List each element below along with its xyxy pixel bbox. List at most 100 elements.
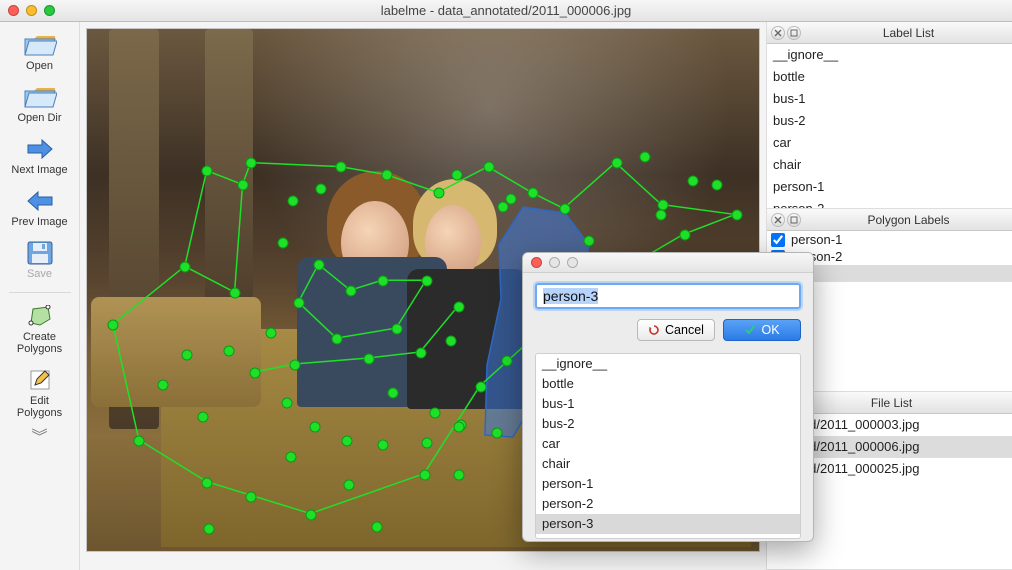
polygon-vertex[interactable] — [502, 356, 513, 367]
polygon-vertex[interactable] — [294, 298, 305, 309]
polygon-vertex[interactable] — [224, 346, 235, 357]
polygon-vertex[interactable] — [336, 162, 347, 173]
polygon-vertex[interactable] — [446, 336, 457, 347]
polygon-vertex[interactable] — [246, 492, 257, 503]
polygon-vertex[interactable] — [198, 412, 209, 423]
open-button[interactable]: Open — [4, 28, 76, 78]
polygon-vertex[interactable] — [250, 368, 261, 379]
polygon-vertex[interactable] — [452, 170, 463, 181]
label-list[interactable]: __ignore__bottlebus-1bus-2carchairperson… — [767, 44, 1012, 208]
dialog-titlebar[interactable] — [523, 253, 813, 273]
panel-undock-icon[interactable] — [787, 26, 801, 40]
polygon-vertex[interactable] — [306, 510, 317, 521]
close-window-icon[interactable] — [8, 5, 19, 16]
cancel-button[interactable]: Cancel — [637, 319, 715, 341]
maximize-window-icon[interactable] — [44, 5, 55, 16]
polygon-vertex[interactable] — [344, 480, 355, 491]
polygon-vertex[interactable] — [180, 262, 191, 273]
polygon-vertex[interactable] — [230, 288, 241, 299]
next-image-button[interactable]: Next Image — [4, 132, 76, 182]
list-item[interactable]: car — [536, 434, 800, 454]
polygon-vertex[interactable] — [182, 350, 193, 361]
polygon-vertex[interactable] — [378, 276, 389, 287]
polygon-vertex[interactable] — [266, 328, 277, 339]
list-item[interactable]: bus-1 — [767, 88, 1012, 110]
polygon-vertex[interactable] — [422, 276, 433, 287]
list-item[interactable]: chair — [767, 154, 1012, 176]
polygon-vertex[interactable] — [204, 524, 215, 535]
list-item[interactable]: person-2 — [536, 494, 800, 514]
label-options-list[interactable]: __ignore__bottlebus-1bus-2carchairperson… — [535, 353, 801, 539]
polygon-vertex[interactable] — [372, 522, 383, 533]
panel-close-icon[interactable] — [771, 213, 785, 227]
polygon-vertex[interactable] — [388, 388, 399, 399]
list-item[interactable]: bottle — [767, 66, 1012, 88]
list-item[interactable]: person-4 — [536, 534, 800, 539]
polygon-vertex[interactable] — [430, 408, 441, 419]
list-item[interactable]: __ignore__ — [536, 354, 800, 374]
polygon-vertex[interactable] — [342, 436, 353, 447]
list-item[interactable]: person-1 — [536, 474, 800, 494]
list-item[interactable]: bus-1 — [536, 394, 800, 414]
list-item[interactable]: person-1 — [767, 231, 1012, 248]
polygon-vertex[interactable] — [484, 162, 495, 173]
polygon-vertex[interactable] — [454, 422, 465, 433]
polygon-vertex[interactable] — [688, 176, 699, 187]
polygon-vertex[interactable] — [612, 158, 623, 169]
list-item[interactable]: bottle — [536, 374, 800, 394]
polygon-vertex[interactable] — [528, 188, 539, 199]
save-button[interactable]: Save — [4, 236, 76, 286]
polygon-vertex[interactable] — [332, 334, 343, 345]
edit-polygons-button[interactable]: Edit Polygons — [4, 363, 76, 425]
prev-image-button[interactable]: Prev Image — [4, 184, 76, 234]
polygon-vertex[interactable] — [420, 470, 431, 481]
polygon-vertex[interactable] — [288, 196, 299, 207]
polygon-vertex[interactable] — [382, 170, 393, 181]
ok-button[interactable]: OK — [723, 319, 801, 341]
label-input[interactable] — [535, 283, 801, 309]
polygon-vertex[interactable] — [134, 436, 145, 447]
polygon-vertex[interactable] — [346, 286, 357, 297]
close-dialog-icon[interactable] — [531, 257, 542, 268]
panel-close-icon[interactable] — [771, 26, 785, 40]
polygon-vertex[interactable] — [476, 382, 487, 393]
polygon-vertex[interactable] — [316, 184, 327, 195]
list-item[interactable]: __ignore__ — [767, 44, 1012, 66]
list-item[interactable]: person-3 — [536, 514, 800, 534]
polygon-vertex[interactable] — [712, 180, 723, 191]
create-polygons-button[interactable]: Create Polygons — [4, 299, 76, 361]
polygon-vertex[interactable] — [202, 166, 213, 177]
polygon-vertex[interactable] — [314, 260, 325, 271]
list-item[interactable]: bus-2 — [767, 110, 1012, 132]
panel-undock-icon[interactable] — [787, 213, 801, 227]
polygon-vertex[interactable] — [108, 320, 119, 331]
polygon-vertex[interactable] — [732, 210, 743, 221]
polygon-vertex[interactable] — [282, 398, 293, 409]
polygon-vertex[interactable] — [454, 302, 465, 313]
polygon-vertex[interactable] — [364, 354, 375, 365]
polygon-vertex[interactable] — [310, 422, 321, 433]
checkbox[interactable] — [771, 233, 785, 247]
polygon-vertex[interactable] — [498, 202, 509, 213]
list-item[interactable]: bus-2 — [536, 414, 800, 434]
polygon-vertex[interactable] — [560, 204, 571, 215]
polygon-vertex[interactable] — [246, 158, 257, 169]
polygon-vertex[interactable] — [584, 236, 595, 247]
polygon-vertex[interactable] — [680, 230, 691, 241]
polygon-vertex[interactable] — [238, 180, 249, 191]
polygon-vertex[interactable] — [422, 438, 433, 449]
minimize-window-icon[interactable] — [26, 5, 37, 16]
polygon-vertex[interactable] — [416, 348, 427, 359]
polygon-vertex[interactable] — [640, 152, 651, 163]
polygon-vertex[interactable] — [656, 210, 667, 221]
open-dir-button[interactable]: Open Dir — [4, 80, 76, 130]
polygon-vertex[interactable] — [202, 478, 213, 489]
list-item[interactable]: chair — [536, 454, 800, 474]
polygon-vertex[interactable] — [158, 380, 169, 391]
list-item[interactable]: person-2 — [767, 198, 1012, 208]
polygon-vertex[interactable] — [278, 238, 289, 249]
polygon-vertex[interactable] — [286, 452, 297, 463]
polygon-vertex[interactable] — [290, 360, 301, 371]
chevron-down-icon[interactable]: ︾ — [31, 435, 47, 441]
polygon-vertex[interactable] — [434, 188, 445, 199]
